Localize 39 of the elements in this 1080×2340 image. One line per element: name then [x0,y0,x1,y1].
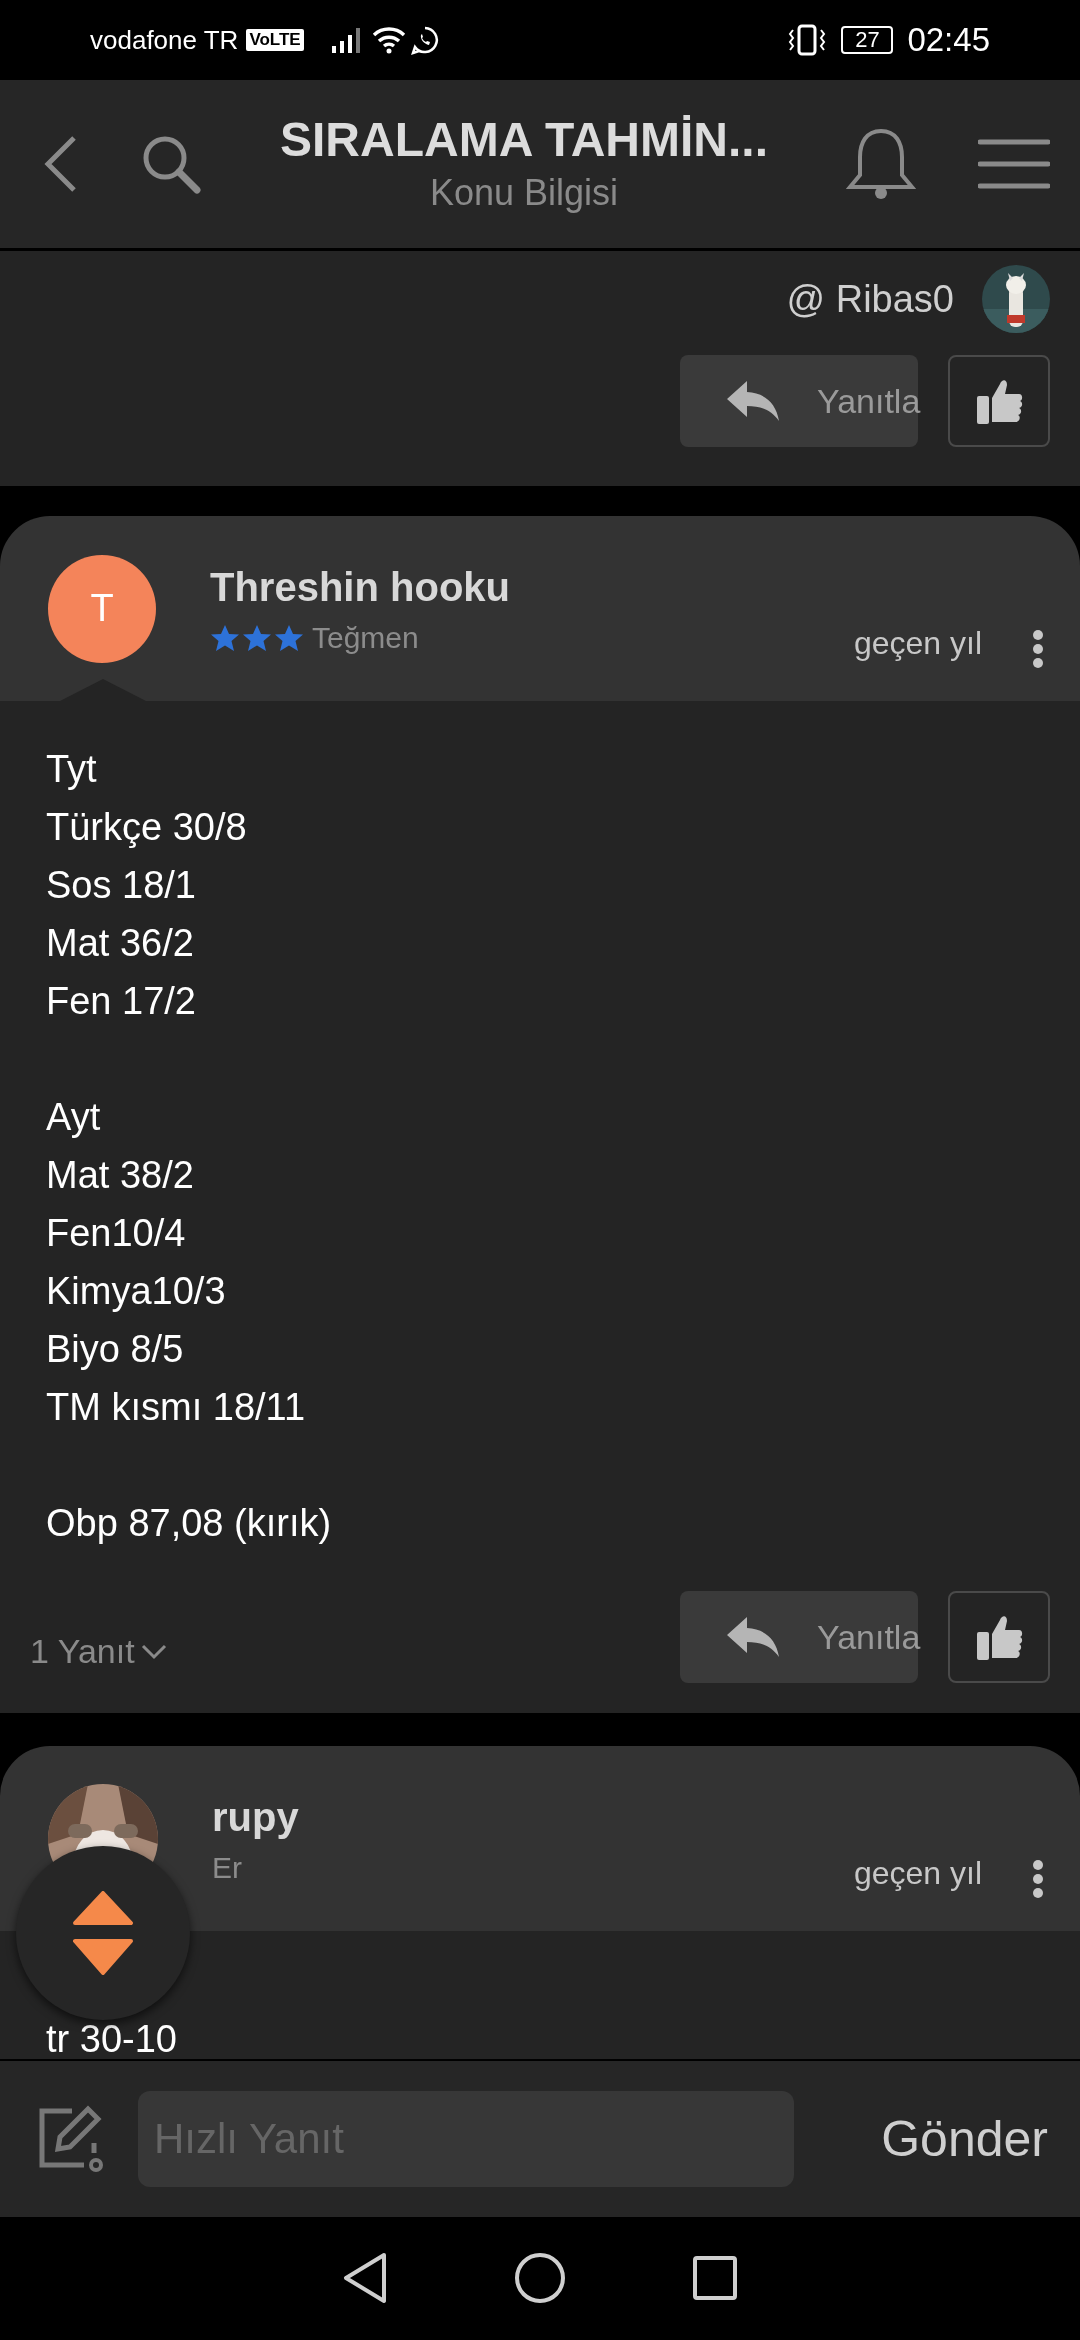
post-time: geçen yıl [853,624,982,663]
wifi-icon [371,26,406,54]
page-subtitle: Konu Bilgisi [429,171,619,215]
post-paragraph: Ayt Mat 38/2 Fen10/4 Kimya10/3 Biyo 8/5 TM kısmı 18/11 [46,1095,307,1430]
post-paragraph: tr 30-10 [46,2019,178,2059]
back-nav-icon[interactable] [342,2251,388,2304]
more-options-icon[interactable] [1032,1859,1044,1899]
carrier-name: vodafone TR [90,23,239,57]
menu-icon[interactable] [978,138,1050,190]
mention-link[interactable]: @ Ribas0 [786,270,954,328]
home-nav-icon[interactable] [514,2251,566,2304]
star-icon [274,623,304,652]
rank-label: Teğmen [312,620,419,656]
like-button[interactable] [948,1591,1050,1683]
send-button[interactable]: Gönder [881,2101,1048,2177]
author-name[interactable]: rupy [212,1791,854,1843]
post-paragraph: Tyt Türkçe 30/8 Sos 18/1 Mat 36/2 Fen 17/2 [46,747,248,1024]
rank-label: Er [212,1850,242,1886]
vibrate-icon [787,24,828,56]
reply-arrow-icon [725,1615,781,1659]
bell-icon[interactable] [846,127,916,201]
like-button[interactable] [948,355,1050,447]
back-icon[interactable] [44,136,78,192]
clock-time: 02:45 [907,20,990,61]
recents-nav-icon[interactable] [692,2254,738,2301]
star-icon [242,623,272,652]
star-icon [210,623,240,652]
chevron-down-icon [140,1643,167,1660]
replies-toggle[interactable]: 1 Yanıt [30,1626,167,1677]
page-title: SIRALAMA TAHMİN... [280,112,768,168]
reply-arrow-icon [725,379,781,423]
more-options-icon[interactable] [1032,629,1044,669]
post-paragraph: Obp 87,08 (kırık) [46,1501,333,1546]
chat-bubble-icon [409,25,440,55]
battery-icon: 27 [841,26,894,54]
volte-badge: VoLTE [246,29,304,51]
post-time: geçen yıl [853,1854,982,1893]
author-name[interactable]: Threshin hooku [210,561,854,613]
up-down-arrows-icon [73,1891,133,1975]
